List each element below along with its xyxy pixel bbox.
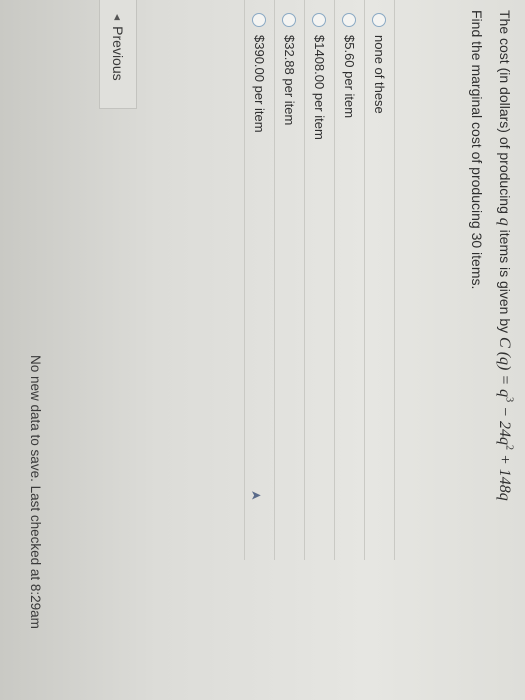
quiz-page: The cost (in dollars) of producing q ite… <box>0 0 525 700</box>
question-mid: items is given by <box>497 225 513 338</box>
screen: The cost (in dollars) of producing q ite… <box>0 0 525 700</box>
choice-label: $5.60 per item <box>342 35 357 119</box>
mouse-cursor-icon: ➤ <box>250 487 262 503</box>
radio-button-icon[interactable] <box>312 13 327 27</box>
question-text: The cost (in dollars) of producing q ite… <box>495 10 514 501</box>
choice-option[interactable]: $1408.00 per item <box>304 0 334 560</box>
radio-button-icon[interactable] <box>282 13 297 27</box>
previous-button-label: Previous <box>110 26 126 81</box>
choice-label: $390.00 per item <box>252 35 267 133</box>
question-prompt: Find the marginal cost of producing 30 i… <box>469 10 485 290</box>
choice-label: none of these <box>372 35 387 114</box>
formula-term-2: − 24q <box>496 402 513 445</box>
save-status: No new data to save. Last checked at 8:2… <box>28 355 43 629</box>
cost-formula: C (q) = q3 − 24q2 + 148q <box>496 337 514 501</box>
choice-label: $1408.00 per item <box>312 35 327 140</box>
formula-lhs: C (q) = <box>496 337 513 390</box>
choice-option[interactable]: $32.88 per item <box>274 0 304 560</box>
choice-option[interactable]: none of these <box>364 0 395 560</box>
radio-button-icon[interactable] <box>372 13 387 27</box>
formula-term-1: q <box>496 389 513 398</box>
left-triangle-icon: ◀ <box>113 14 123 21</box>
formula-term-3: + 148q <box>496 449 513 501</box>
choice-option[interactable]: $5.60 per item <box>334 0 364 560</box>
radio-button-icon[interactable] <box>252 13 267 27</box>
choice-option[interactable]: $390.00 per item <box>244 0 274 560</box>
answer-choices: none of these $5.60 per item $1408.00 pe… <box>244 0 395 560</box>
question-variable: q <box>496 217 513 226</box>
choice-label: $32.88 per item <box>282 35 297 126</box>
question-prefix: The cost (in dollars) of producing <box>497 10 513 218</box>
previous-button[interactable]: ◀ Previous <box>99 0 137 109</box>
radio-button-icon[interactable] <box>342 13 357 27</box>
